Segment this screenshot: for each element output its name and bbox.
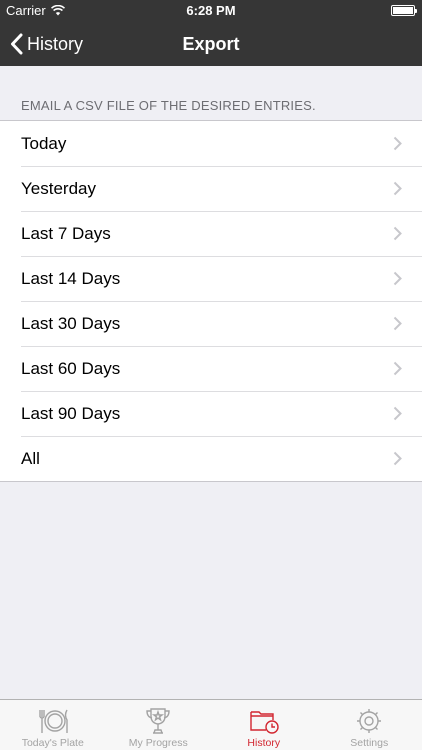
plate-icon — [39, 709, 68, 733]
export-all-row[interactable]: All — [0, 436, 422, 481]
export-last-14-days-row[interactable]: Last 14 Days — [0, 256, 422, 301]
export-options-list: Today Yesterday Last 7 Days Last 14 Days… — [0, 120, 422, 482]
tab-label: Settings — [350, 737, 389, 749]
row-label: Last 60 Days — [21, 358, 121, 378]
chevron-right-icon — [393, 226, 402, 241]
export-last-90-days-row[interactable]: Last 90 Days — [0, 391, 422, 436]
chevron-right-icon — [393, 316, 402, 331]
chevron-right-icon — [393, 361, 402, 376]
chevron-right-icon — [393, 271, 402, 286]
trophy-icon — [146, 708, 170, 734]
header: Carrier 6:28 PM History Export — [0, 0, 422, 66]
export-today-row[interactable]: Today — [0, 121, 422, 166]
tab-my-progress[interactable]: My Progress — [106, 700, 212, 750]
tab-label: History — [247, 737, 281, 749]
tab-bar: Today's Plate My Progress History Settin… — [0, 699, 422, 750]
tab-history[interactable]: History — [211, 700, 317, 750]
navigation-bar: History Export — [0, 22, 422, 66]
row-label: Today — [21, 133, 67, 153]
row-label: Last 30 Days — [21, 313, 121, 333]
chevron-right-icon — [393, 406, 402, 421]
row-label: Last 90 Days — [21, 403, 121, 423]
row-label: Last 14 Days — [21, 268, 121, 288]
export-yesterday-row[interactable]: Yesterday — [0, 166, 422, 211]
export-last-30-days-row[interactable]: Last 30 Days — [0, 301, 422, 346]
gear-icon — [357, 709, 382, 733]
status-time: 6:28 PM — [186, 3, 236, 18]
row-label: Yesterday — [21, 178, 96, 198]
folder-clock-icon — [250, 711, 279, 734]
tab-label: Today's Plate — [21, 737, 84, 749]
chevron-right-icon — [393, 136, 402, 151]
section-header: EMAIL A CSV FILE OF THE DESIRED ENTRIES. — [21, 98, 316, 113]
battery-icon — [391, 5, 417, 16]
row-label: Last 7 Days — [21, 223, 111, 243]
tab-label: My Progress — [128, 737, 188, 749]
status-bar: Carrier 6:28 PM — [0, 0, 422, 22]
tab-settings[interactable]: Settings — [317, 700, 422, 750]
tab-todays-plate[interactable]: Today's Plate — [0, 700, 106, 750]
export-last-7-days-row[interactable]: Last 7 Days — [0, 211, 422, 256]
row-label: All — [21, 448, 40, 468]
page-title: Export — [182, 34, 240, 54]
export-last-60-days-row[interactable]: Last 60 Days — [0, 346, 422, 391]
chevron-right-icon — [393, 181, 402, 196]
chevron-right-icon — [393, 451, 402, 466]
